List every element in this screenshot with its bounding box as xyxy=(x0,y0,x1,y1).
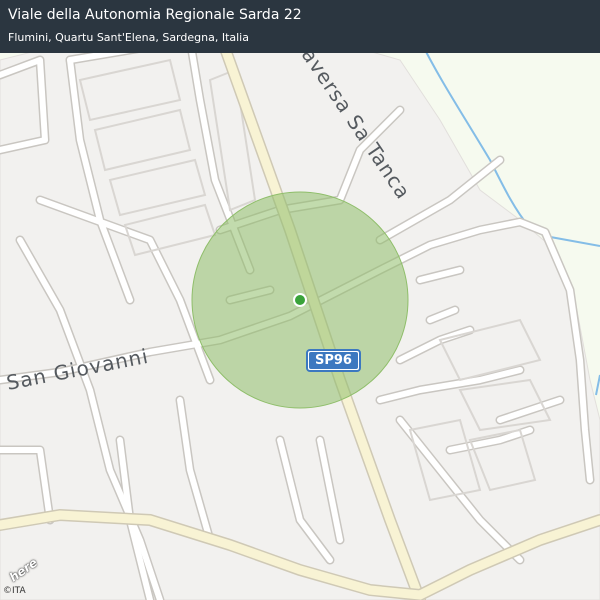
address-header: Viale della Autonomia Regionale Sarda 22… xyxy=(0,0,600,53)
location-marker-dot xyxy=(295,295,305,305)
address-title: Viale della Autonomia Regionale Sarda 22 xyxy=(8,7,302,23)
address-subtitle: Flumini, Quartu Sant'Elena, Sardegna, It… xyxy=(8,31,249,44)
map-copyright: ©ITA xyxy=(3,586,26,596)
route-shield-label: SP96 xyxy=(309,352,358,369)
map-canvas[interactable]: Traversa Sa Tanca San Giovanni xyxy=(0,0,600,600)
route-shield-sp96: SP96 xyxy=(306,349,361,372)
